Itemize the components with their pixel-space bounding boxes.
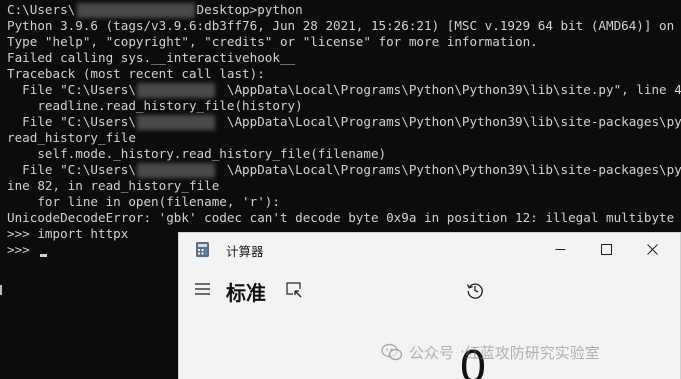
console-line: >>> import httpx: [7, 226, 129, 241]
redacted-username: [77, 3, 195, 18]
text-cursor: [40, 254, 47, 257]
redacted-username: [137, 163, 215, 178]
watermark: 公众号 · 红蓝攻防研究实验室: [381, 341, 600, 363]
redacted-username: [137, 83, 215, 98]
console-line: UnicodeDecodeError: 'gbk' codec can't de…: [7, 210, 681, 225]
calculator-titlebar[interactable]: 计算器: [179, 233, 680, 267]
redacted-username: [137, 115, 215, 130]
window-edge: [0, 285, 2, 295]
watermark-prefix: 公众号: [409, 343, 455, 362]
console-line: Traceback (most recent call last):: [7, 66, 265, 81]
console-line: for line in open(filename, 'r'):: [7, 194, 280, 209]
history-icon[interactable]: [466, 281, 484, 299]
console-line: readline.read_history_file(history): [7, 98, 303, 113]
calculator-mode-title: 标准: [226, 281, 266, 305]
maximize-button[interactable]: [583, 233, 629, 265]
console-line: Type "help", "copyright", "credits" or "…: [7, 34, 538, 49]
console-line: Python 3.9.6 (tags/v3.9.6:db3ff76, Jun 2…: [7, 18, 681, 33]
minimize-button[interactable]: [537, 233, 583, 265]
console-line: ine 82, in read_history_file: [7, 178, 220, 193]
hamburger-menu-icon[interactable]: [194, 281, 212, 297]
wechat-icon: [381, 343, 403, 361]
console-line: >>>: [7, 242, 38, 257]
console-line: Failed calling sys.__interactivehook__: [7, 50, 296, 65]
console-line: read_history_file: [7, 130, 136, 145]
watermark-name: 红蓝攻防研究实验室: [464, 343, 600, 362]
window-title: 计算器: [226, 244, 264, 259]
desktop-screen: C:\Users\ Desktop>python Python 3.9.6 (t…: [0, 0, 681, 379]
console-line: File "C:\Users\ \AppData\Local\Programs\…: [7, 162, 681, 177]
console-line: File "C:\Users\ \AppData\Local\Programs\…: [7, 114, 681, 129]
calculator-app-icon: [196, 242, 209, 257]
console-line: File "C:\Users\ \AppData\Local\Programs\…: [7, 82, 681, 97]
close-button[interactable]: [629, 233, 675, 265]
console-line: self.mode._history.read_history_file(fil…: [7, 146, 387, 161]
keep-on-top-icon[interactable]: [286, 282, 303, 299]
close-icon: [646, 243, 658, 255]
maximize-icon: [600, 243, 612, 255]
minimize-icon: [555, 248, 565, 250]
